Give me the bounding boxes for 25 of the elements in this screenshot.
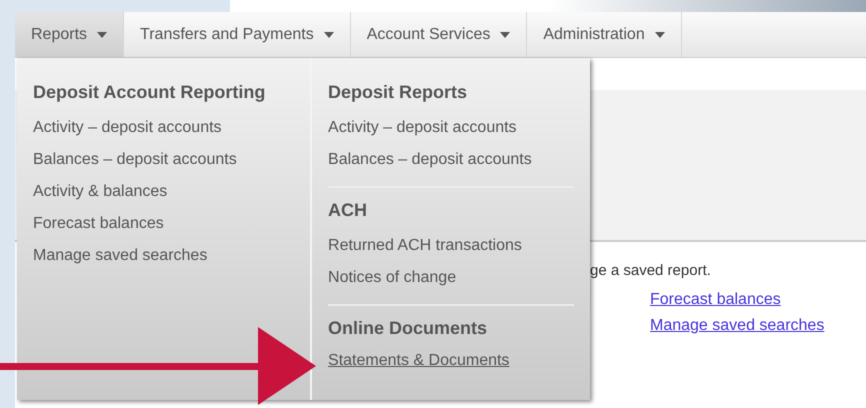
menu-item[interactable]: Manage saved searches xyxy=(33,240,208,272)
menu-item[interactable]: Activity – deposit accounts xyxy=(328,112,517,144)
caret-icon xyxy=(324,32,334,38)
menu-heading: Deposit Account Reporting xyxy=(33,82,266,103)
nav-tab[interactable]: Reports xyxy=(15,12,124,57)
caret-icon xyxy=(97,32,108,38)
menu-item[interactable]: Balances – deposit accounts xyxy=(328,144,532,176)
menu-item[interactable]: Statements & Documents xyxy=(328,348,510,374)
menu-item[interactable]: Balances – deposit accounts xyxy=(33,144,237,176)
instruction-text: ge a saved report. xyxy=(590,262,712,279)
menu-item[interactable]: Activity & balances xyxy=(33,176,168,208)
nav-tab[interactable]: Administration xyxy=(527,12,682,57)
menu-heading: ACH xyxy=(328,200,368,221)
menu-item[interactable]: Returned ACH transactions xyxy=(328,230,522,262)
caret-icon xyxy=(500,32,510,38)
menu-item[interactable]: Activity – deposit accounts xyxy=(33,112,222,144)
report-link[interactable]: Manage saved searches xyxy=(650,317,824,335)
caret-icon xyxy=(654,32,665,38)
menu-heading: Deposit Reports xyxy=(328,82,468,103)
menu-item[interactable]: Forecast balances xyxy=(33,208,164,240)
menu-heading: Online Documents xyxy=(328,318,488,339)
nav-tab[interactable]: Account Services xyxy=(350,12,528,57)
report-link[interactable]: Forecast balances xyxy=(650,291,781,309)
menu-item[interactable]: Notices of change xyxy=(328,262,456,294)
nav-tab[interactable]: Transfers and Payments xyxy=(124,12,351,57)
